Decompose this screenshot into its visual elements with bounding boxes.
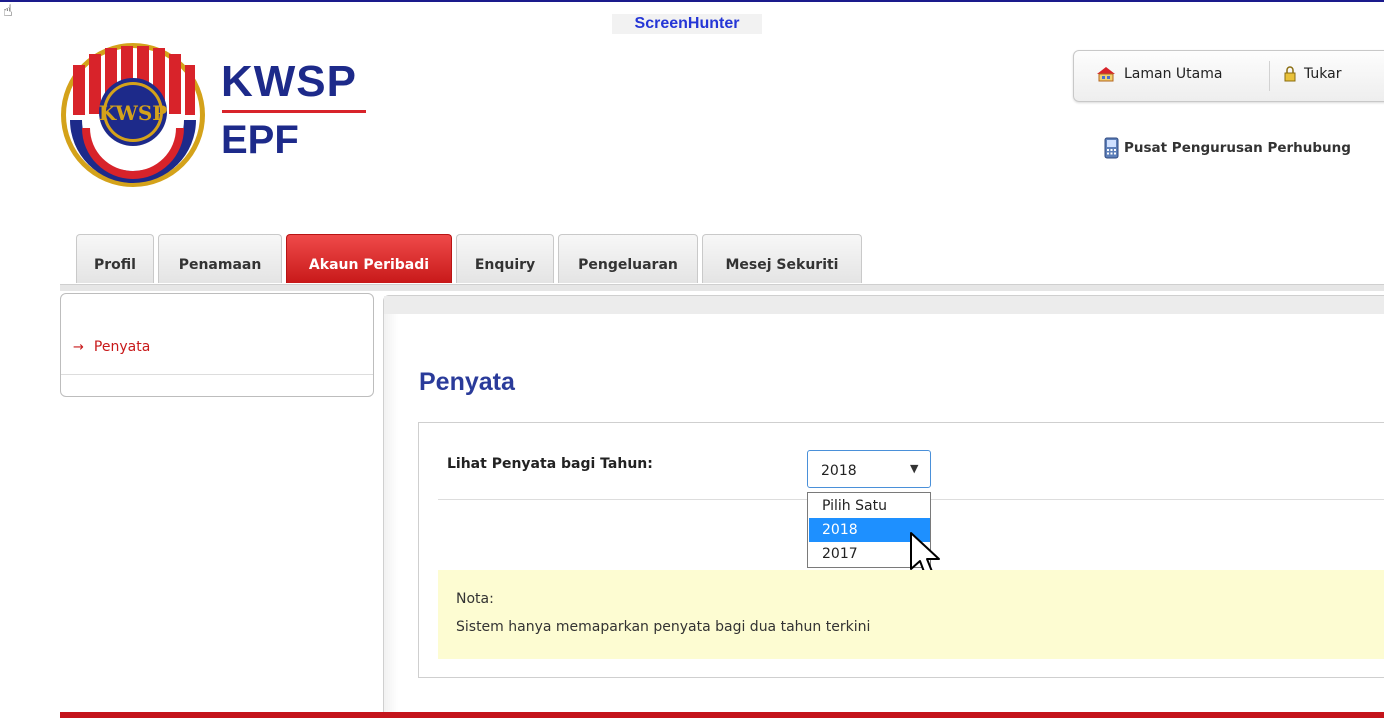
tab-pengeluaran[interactable]: Pengeluaran [558, 234, 698, 283]
change-link-label: Tukar [1304, 66, 1342, 82]
main-panel-header-bar [384, 296, 1384, 314]
home-icon [1096, 66, 1116, 82]
note-text: Sistem hanya memaparkan penyata bagi dua… [456, 619, 871, 635]
footer-red-bar [60, 712, 1384, 718]
tab-enquiry[interactable]: Enquiry [456, 234, 554, 283]
tab-penamaan[interactable]: Penamaan [158, 234, 282, 283]
arrow-right-icon: → [73, 339, 84, 355]
year-select-label: Lihat Penyata bagi Tahun: [447, 456, 653, 472]
seal-text: KWSP [99, 101, 168, 125]
sidebar-divider [61, 374, 373, 375]
kwsp-logo[interactable]: KWSP [58, 40, 208, 194]
year-select[interactable]: 2018 ▼ [807, 450, 931, 488]
main-tabs: Profil Penamaan Akaun Peribadi Enquiry P… [76, 234, 862, 285]
tab-akaun-peribadi[interactable]: Akaun Peribadi [286, 234, 452, 283]
tab-mesej-sekuriti[interactable]: Mesej Sekuriti [702, 234, 862, 283]
kwsp-seal-icon: KWSP [61, 43, 205, 187]
hand-cursor-icon: ☝ [3, 1, 13, 20]
change-link[interactable]: Tukar [1284, 66, 1342, 82]
sidebar: → Penyata [60, 293, 374, 397]
brand-kwsp: KWSP [221, 57, 357, 106]
home-link-label: Laman Utama [1124, 66, 1223, 82]
year-select-value: 2018 [821, 463, 857, 479]
contact-center-link[interactable]: Pusat Pengurusan Perhubung [1103, 137, 1351, 159]
caret-down-icon: ▼ [910, 462, 919, 475]
header-links-divider [1269, 61, 1270, 91]
page-title: Penyata [419, 368, 515, 396]
sidebar-item-penyata[interactable]: → Penyata [73, 339, 150, 355]
tab-profil[interactable]: Profil [76, 234, 154, 283]
brand-divider [222, 110, 366, 113]
contact-center-label: Pusat Pengurusan Perhubung [1124, 140, 1351, 156]
note-title: Nota: [456, 591, 494, 607]
window-top-border [0, 0, 1384, 2]
phone-icon [1103, 137, 1120, 159]
lock-icon [1284, 66, 1296, 82]
sidebar-item-label: Penyata [93, 339, 151, 355]
brand-epf: EPF [221, 118, 299, 162]
header-links: Laman Utama Tukar [1073, 50, 1384, 102]
year-option-pilih-satu[interactable]: Pilih Satu [809, 494, 930, 518]
tab-bar-underline [60, 284, 1384, 291]
note-box [438, 570, 1384, 659]
screenhunter-label: ScreenHunter [612, 14, 762, 34]
home-link[interactable]: Laman Utama [1096, 66, 1222, 82]
